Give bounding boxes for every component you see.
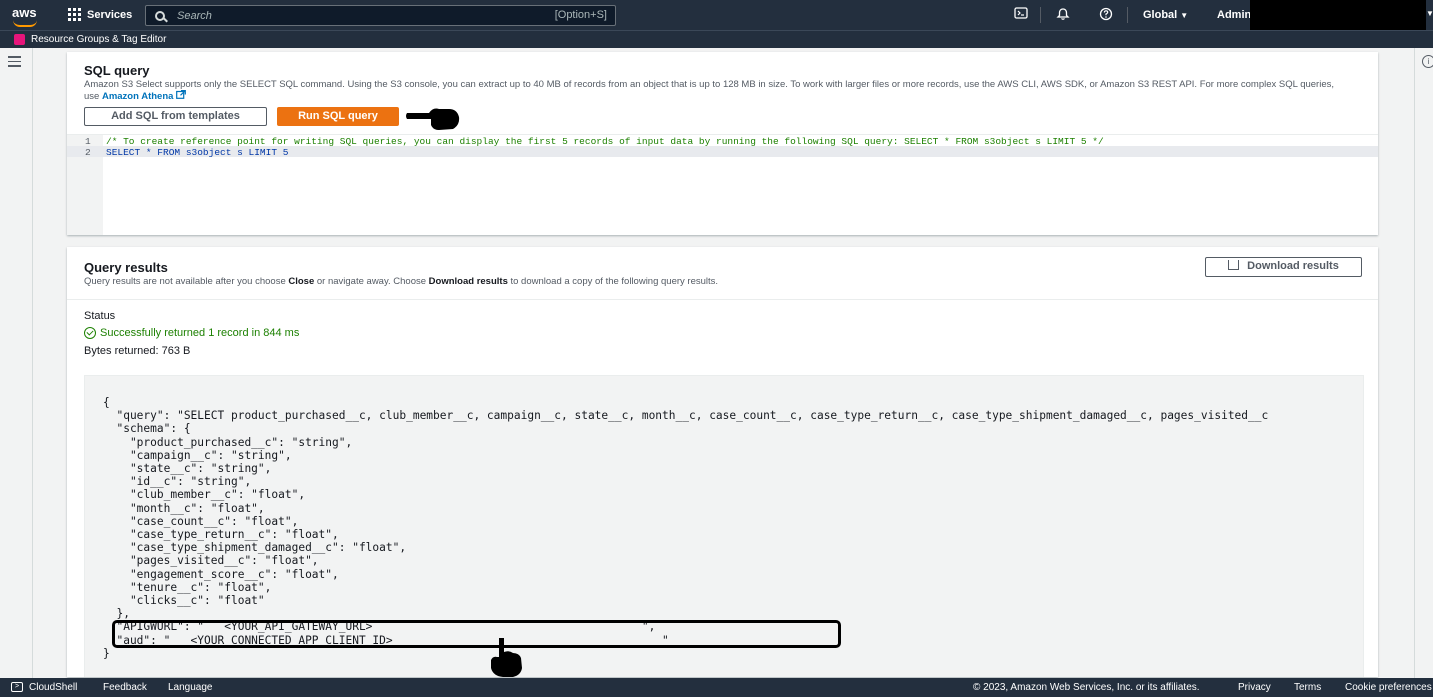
top-navigation: aws Services [Option+S] Global ▼ Admin/ …	[0, 0, 1433, 43]
caret-down-icon: ▼	[1180, 11, 1189, 20]
line-number: 2	[85, 147, 91, 158]
line-number: 1	[85, 136, 91, 147]
feedback-link[interactable]: Feedback	[103, 682, 147, 693]
cloudshell-link[interactable]: CloudShell	[29, 682, 77, 693]
json-line: "product_purchased__c": "string",	[103, 435, 353, 449]
region-selector[interactable]: Global ▼	[1143, 9, 1188, 21]
search-icon	[155, 10, 165, 21]
json-line: },	[103, 607, 130, 621]
json-line: "clicks__c": "float"	[103, 594, 265, 608]
sql-statement-line: SELECT * FROM s3object s LIMIT 5	[106, 147, 289, 158]
sql-query-panel: SQL query Amazon S3 Select supports only…	[67, 52, 1378, 235]
json-line: "case_type_shipment_damaged__c": "float"…	[103, 541, 407, 555]
region-label: Global	[1143, 9, 1178, 21]
json-line: "state__c": "string",	[103, 462, 272, 476]
sql-comment-line: /* To create reference point for writing…	[106, 136, 1104, 147]
run-sql-query-button[interactable]: Run SQL query	[277, 107, 399, 126]
left-rail-divider	[32, 48, 33, 678]
desc-download: Download results	[428, 276, 508, 287]
copyright-text: © 2023, Amazon Web Services, Inc. or its…	[973, 682, 1200, 693]
search-shortcut-hint: [Option+S]	[554, 9, 607, 21]
sql-query-description-text: Amazon S3 Select supports only the SELEC…	[84, 79, 1334, 102]
json-line: "tenure__c": "float",	[103, 580, 272, 594]
sql-query-description: Amazon S3 Select supports only the SELEC…	[84, 80, 1344, 102]
grid-icon	[68, 8, 81, 21]
json-line: "pages_visited__c": "float",	[103, 554, 319, 568]
resource-groups-icon	[14, 34, 25, 45]
terms-link[interactable]: Terms	[1294, 682, 1321, 693]
pointing-hand-down-icon	[491, 638, 522, 677]
cookie-preferences-link[interactable]: Cookie preferences	[1345, 682, 1432, 693]
status-text: Successfully returned 1 record in 844 ms	[100, 327, 300, 339]
right-rail-divider	[1414, 48, 1415, 678]
desc-part: or navigate away. Choose	[314, 276, 429, 287]
sql-editor[interactable]: 1 /* To create reference point for writi…	[67, 134, 1378, 236]
json-line: {	[103, 396, 110, 409]
json-line: "campaign__c": "string",	[103, 448, 292, 462]
amazon-athena-link[interactable]: Amazon Athena	[101, 89, 186, 102]
download-results-button[interactable]: Download results	[1205, 257, 1362, 277]
query-results-title: Query results	[84, 260, 168, 275]
console-footer: > CloudShell Feedback Language © 2023, A…	[0, 678, 1433, 697]
search-bar[interactable]: [Option+S]	[145, 5, 616, 26]
query-results-description: Query results are not available after yo…	[84, 277, 718, 287]
language-link[interactable]: Language	[168, 682, 213, 693]
cloudshell-icon: >	[11, 682, 23, 692]
menu-icon[interactable]	[8, 56, 21, 70]
desc-close: Close	[288, 276, 315, 287]
cloudshell-icon[interactable]	[1013, 7, 1029, 23]
desc-part: Query results are not available after yo…	[84, 276, 289, 287]
services-menu-button[interactable]: Services	[68, 8, 132, 21]
nav-divider	[1127, 7, 1128, 23]
section-divider	[67, 299, 1378, 300]
query-results-panel: Query results Query results are not avai…	[67, 247, 1378, 677]
info-panel-icon[interactable]: i	[1422, 55, 1433, 68]
account-menu[interactable]: Admin/	[1217, 9, 1254, 21]
json-line: }	[103, 646, 110, 660]
services-label: Services	[87, 8, 133, 21]
json-line: "id__c": "string",	[103, 475, 252, 489]
aws-logo-text: aws	[12, 5, 37, 20]
json-line: "case_count__c": "float",	[103, 514, 299, 528]
help-icon[interactable]	[1098, 7, 1114, 23]
download-results-label: Download results	[1247, 260, 1339, 272]
desc-part: to download a copy of the following quer…	[507, 276, 719, 287]
resource-groups-link[interactable]: Resource Groups & Tag Editor	[31, 34, 166, 45]
check-circle-icon	[84, 327, 96, 339]
download-icon	[1228, 260, 1240, 270]
sql-query-title: SQL query	[84, 63, 150, 78]
account-label: Admin/	[1217, 9, 1255, 21]
json-line: "query": "SELECT product_purchased__c, c…	[103, 409, 1269, 423]
amazon-athena-link-text: Amazon Athena	[101, 91, 174, 102]
service-shortcut-bar: Resource Groups & Tag Editor	[0, 30, 1433, 48]
caret-down-icon[interactable]: ▼	[1426, 9, 1433, 18]
aws-smile-icon	[13, 20, 37, 27]
status-label: Status	[84, 310, 116, 322]
json-line: "schema": {	[103, 422, 191, 436]
privacy-link[interactable]: Privacy	[1238, 682, 1271, 693]
json-line: "case_type_return__c": "float",	[103, 528, 339, 542]
status-success: Successfully returned 1 record in 844 ms	[84, 327, 299, 339]
add-sql-from-templates-button[interactable]: Add SQL from templates	[84, 107, 267, 126]
json-line: "month__c": "float",	[103, 501, 265, 515]
nav-divider	[1040, 7, 1041, 23]
search-input[interactable]	[175, 8, 539, 23]
external-link-icon	[176, 89, 186, 99]
pointing-hand-right-icon	[406, 108, 460, 130]
json-line: "engagement_score__c": "float",	[103, 567, 339, 581]
aws-logo[interactable]: aws	[12, 5, 37, 27]
json-line: "club_member__c": "float",	[103, 488, 306, 502]
highlight-annotation-box	[112, 620, 841, 648]
bell-icon[interactable]	[1055, 7, 1071, 23]
bytes-returned: Bytes returned: 763 B	[84, 345, 191, 357]
